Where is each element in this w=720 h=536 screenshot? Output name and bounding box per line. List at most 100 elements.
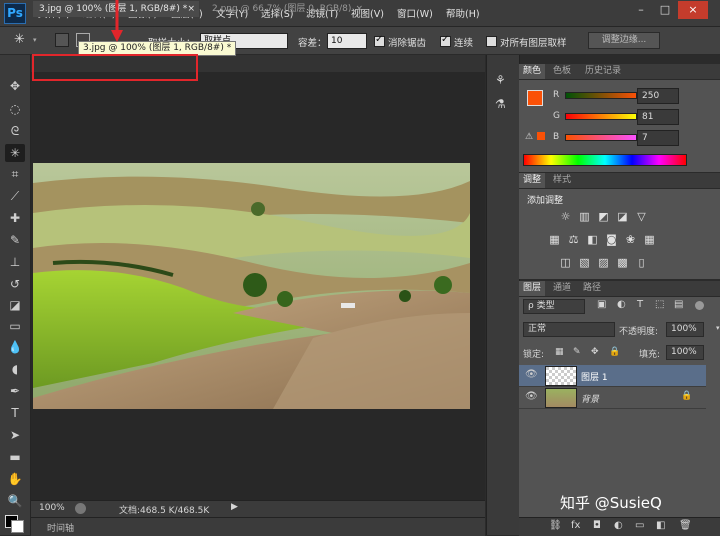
link-layers-icon[interactable]: ⛓ [549,520,562,531]
filter-type-icon[interactable]: T [637,299,643,310]
b-value-input[interactable]: 7 [637,130,679,146]
lock-transparent-icon[interactable]: ▦ [555,347,564,357]
lasso-tool-icon[interactable]: ᘓ [5,122,25,140]
filter-toggle-icon[interactable] [695,301,704,310]
landscape-image[interactable] [33,163,470,409]
photo-filter-icon[interactable]: ◙ [605,234,618,246]
hand-tool-icon[interactable]: ✋ [5,470,25,488]
filter-pixel-icon[interactable]: ▣ [597,299,606,310]
blend-mode-select[interactable]: 正常 [523,322,615,337]
color-lookup-icon[interactable]: ▦ [643,234,656,246]
status-menu-icon[interactable] [75,503,86,514]
tab-2-png[interactable]: 2.png @ 66.7% (图层 0, RGB/8) × [206,1,367,17]
clone-source-icon[interactable]: ⚗ [495,97,506,111]
levels-icon[interactable]: ▥ [578,211,591,223]
menu-help[interactable]: 帮助(H) [446,6,480,20]
b-slider[interactable] [565,134,637,141]
filter-shape-icon[interactable]: ⬚ [655,299,664,310]
posterize-icon[interactable]: ▧ [578,257,591,269]
brush-tool-icon[interactable]: ✎ [5,231,25,249]
threshold-icon[interactable]: ▨ [597,257,610,269]
tab-history[interactable]: 历史记录 [581,64,625,79]
maximize-button[interactable]: □ [654,1,676,19]
type-tool-icon[interactable]: T [5,404,25,422]
color-balance-icon[interactable]: ⚖ [567,234,580,246]
layer-row-background[interactable]: 👁 背景 🔒 [519,387,706,409]
brush-preset-icon[interactable]: ⚘ [495,73,506,87]
g-value-input[interactable]: 81 [637,109,679,125]
selective-color-icon[interactable]: ▩ [616,257,629,269]
tab-adjustments[interactable]: 调整 [519,173,546,188]
contiguous-checkbox[interactable] [440,34,451,47]
tool-preset-dropdown-icon[interactable]: ▾ [33,36,37,44]
gradient-tool-icon[interactable]: ▭ [5,317,25,335]
fill-input[interactable]: 100% [666,345,704,360]
history-brush-tool-icon[interactable]: ↺ [5,275,25,293]
black-white-icon[interactable]: ◧ [586,234,599,246]
path-selection-tool-icon[interactable]: ➤ [5,426,25,444]
hue-saturation-icon[interactable]: ▦ [548,234,561,246]
lock-position-icon[interactable]: ✥ [591,347,599,357]
visibility-eye-icon[interactable]: 👁 [525,391,538,402]
antialias-checkbox[interactable] [374,34,385,47]
new-selection-icon[interactable] [55,33,69,47]
healing-brush-tool-icon[interactable]: ✚ [5,209,25,227]
curves-icon[interactable]: ◩ [597,211,610,223]
add-mask-icon[interactable]: ◘ [593,520,601,531]
vibrance-icon[interactable]: ▽ [635,211,648,223]
layer-style-icon[interactable]: fx [571,520,580,531]
layer-name[interactable]: 图层 1 [581,370,608,383]
invert-icon[interactable]: ◫ [559,257,572,269]
exposure-icon[interactable]: ◪ [616,211,629,223]
canvas-workspace[interactable] [31,72,485,500]
timeline-label[interactable]: 时间轴 [47,521,74,534]
tab-styles[interactable]: 样式 [549,173,575,188]
foreground-color-swatch[interactable] [527,90,543,106]
crop-tool-icon[interactable]: ⌗ [5,165,25,183]
opacity-input[interactable]: 100% [666,322,704,337]
sample-all-layers-checkbox[interactable] [486,36,497,47]
tab-layers[interactable]: 图层 [519,281,546,296]
zoom-tool-icon[interactable]: 🔍 [5,492,25,510]
magic-wand-icon[interactable]: ✳ [14,32,25,47]
status-arrow-icon[interactable]: ▶ [231,502,238,512]
tab-paths[interactable]: 路径 [579,281,605,296]
new-adjustment-layer-icon[interactable]: ◐ [614,520,623,531]
delete-layer-icon[interactable]: 🗑 [679,520,692,531]
r-slider[interactable] [565,92,637,99]
blur-tool-icon[interactable]: 💧 [5,338,25,356]
filter-smart-icon[interactable]: ▤ [674,299,683,310]
tab-swatches[interactable]: 色板 [549,64,575,79]
r-value-input[interactable]: 250 [637,88,679,104]
stamp-tool-icon[interactable]: ⊥ [5,253,25,271]
eraser-tool-icon[interactable]: ◪ [5,296,25,314]
marquee-tool-icon[interactable]: ◌ [5,100,25,118]
close-tab-icon[interactable]: × [187,1,195,17]
tolerance-input[interactable]: 10 [327,33,367,49]
lock-all-icon[interactable]: 🔒 [609,347,620,357]
lock-pixels-icon[interactable]: ✎ [573,347,581,357]
layer-row-layer1[interactable]: 👁 图层 1 [519,365,706,387]
new-group-icon[interactable]: ▭ [635,520,644,531]
move-tool-icon[interactable]: ✥ [5,77,25,95]
gradient-map-icon[interactable]: ▯ [635,257,648,269]
channel-mixer-icon[interactable]: ❀ [624,234,637,246]
visibility-eye-icon[interactable]: 👁 [525,369,538,380]
menu-window[interactable]: 窗口(W) [397,6,433,20]
layer-filter-select[interactable]: ρ 类型 [523,299,585,314]
zoom-level[interactable]: 100% [39,503,65,513]
tab-color[interactable]: 颜色 [519,64,546,79]
close-window-button[interactable]: × [678,1,708,19]
background-color-swatch[interactable] [11,520,24,533]
layer-name[interactable]: 背景 [581,392,599,405]
close-tab-icon[interactable]: × [355,1,363,17]
dodge-tool-icon[interactable]: ◖ [5,360,25,378]
tab-channels[interactable]: 通道 [549,281,575,296]
magic-wand-tool-icon[interactable]: ✳ [5,144,25,162]
minimize-button[interactable]: – [630,1,652,19]
eyedropper-tool-icon[interactable]: ⟋ [5,187,25,205]
pen-tool-icon[interactable]: ✒ [5,382,25,400]
brightness-icon[interactable]: ☼ [559,211,572,223]
shape-tool-icon[interactable]: ▬ [5,448,25,466]
gamut-color-swatch[interactable] [537,132,545,140]
